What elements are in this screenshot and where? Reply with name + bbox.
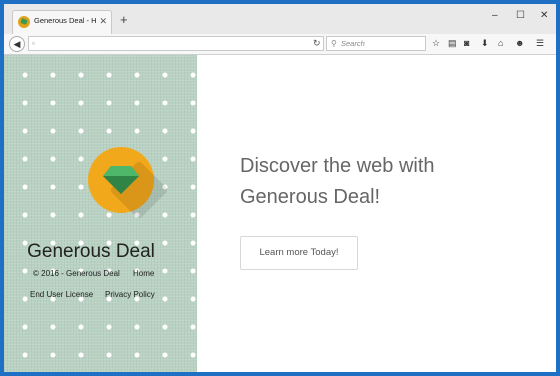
brand-name: Generous Deal xyxy=(27,241,155,262)
url-bar[interactable]: ▫ ↻ xyxy=(28,36,324,51)
tab-generous-deal[interactable]: Generous Deal - Home Pa... ✕ xyxy=(12,10,112,34)
home-icon[interactable]: ⌂ xyxy=(498,38,503,49)
minimize-button[interactable]: – xyxy=(492,10,498,22)
headline: Discover the web with Generous Deal! xyxy=(240,151,540,213)
gem-icon xyxy=(103,166,139,194)
favicon-icon xyxy=(18,16,30,28)
smiley-icon[interactable]: ☻ xyxy=(515,38,524,49)
tab-strip: Generous Deal - Home Pa... ✕ + – ☐ ✕ xyxy=(4,4,556,34)
pocket-icon[interactable]: ◙ xyxy=(464,38,469,49)
menu-icon[interactable]: ☰ xyxy=(536,38,544,49)
reload-icon[interactable]: ↻ xyxy=(313,38,321,49)
download-icon[interactable]: ⬇ xyxy=(481,38,489,49)
tab-title: Generous Deal - Home Pa... xyxy=(34,16,96,25)
copyright-text: © 2016 - Generous Deal xyxy=(33,269,120,278)
web-page: Generous Deal © 2016 - Generous Deal Hom… xyxy=(4,55,556,372)
navigation-bar: ◀ ▫ ↻ ⚲ ☆ ▤ ◙ ⬇ ⌂ ☻ ☰ xyxy=(4,34,556,55)
learn-more-button[interactable]: Learn more Today! xyxy=(240,236,358,270)
back-arrow-icon[interactable]: ◀ xyxy=(9,36,25,52)
generous-deal-logo xyxy=(88,147,154,213)
reading-list-icon[interactable]: ▤ xyxy=(448,38,457,49)
privacy-policy-link[interactable]: Privacy Policy xyxy=(105,290,155,299)
main-content: Discover the web with Generous Deal! Lea… xyxy=(197,55,556,372)
page-icon: ▫ xyxy=(32,39,35,48)
search-bar[interactable]: ⚲ xyxy=(326,36,426,51)
eula-link[interactable]: End User License xyxy=(30,290,93,299)
browser-window: Generous Deal - Home Pa... ✕ + – ☐ ✕ ◀ ▫… xyxy=(4,4,556,372)
tab-close-icon[interactable]: ✕ xyxy=(99,15,107,27)
headline-line-2: Generous Deal! xyxy=(240,186,381,208)
headline-line-1: Discover the web with xyxy=(240,155,435,177)
search-icon: ⚲ xyxy=(331,39,337,48)
close-window-button[interactable]: ✕ xyxy=(540,10,548,22)
bookmark-star-icon[interactable]: ☆ xyxy=(432,38,440,49)
search-input[interactable] xyxy=(341,38,421,49)
maximize-button[interactable]: ☐ xyxy=(516,10,525,22)
sidebar-panel: Generous Deal © 2016 - Generous Deal Hom… xyxy=(4,55,197,372)
home-link[interactable]: Home xyxy=(133,269,154,278)
new-tab-button[interactable]: + xyxy=(120,13,128,26)
